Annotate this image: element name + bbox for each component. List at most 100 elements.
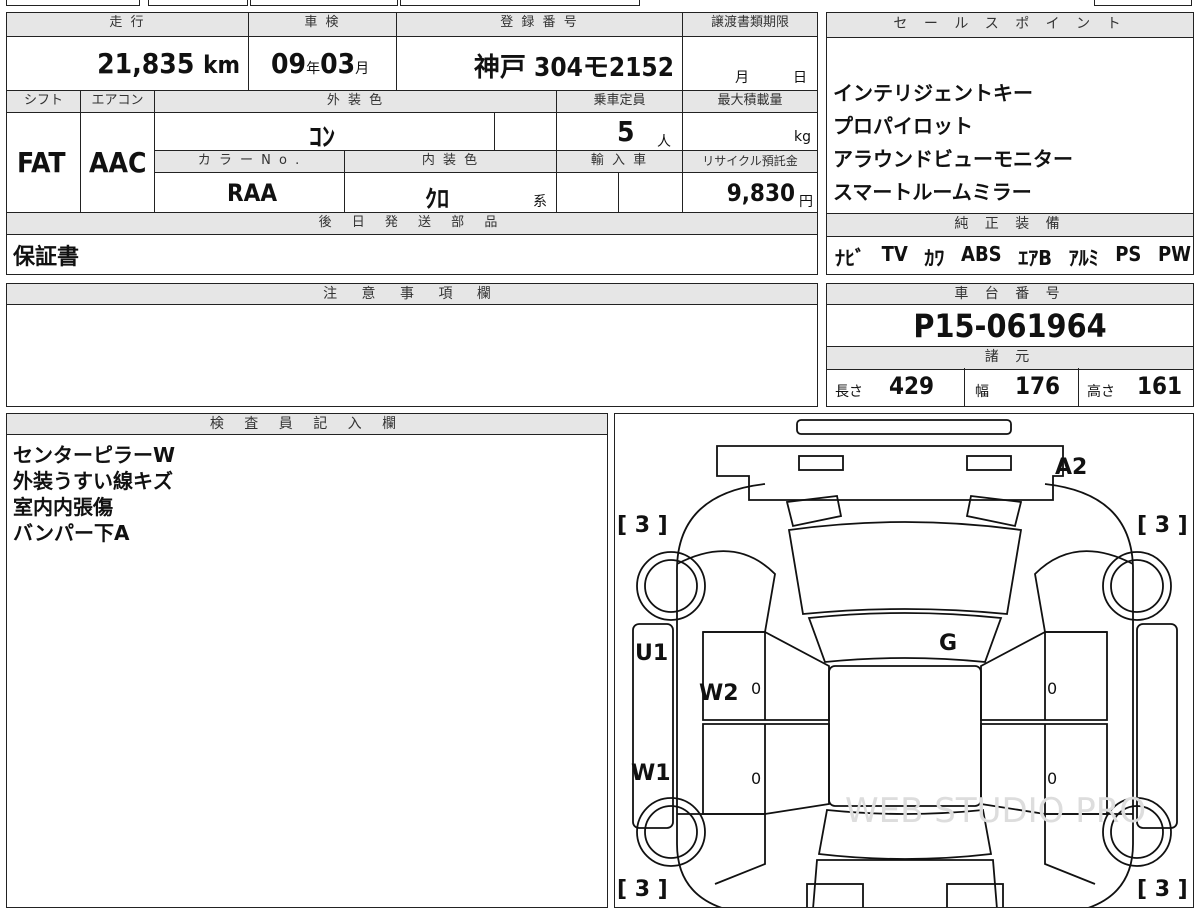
- length-label: 長さ: [835, 384, 863, 400]
- ext-color-cell: ｺﾝ: [155, 113, 495, 153]
- inspection-header: 車 検: [249, 13, 397, 37]
- equipment-item: ｱﾙﾐ: [1068, 246, 1099, 270]
- door-zero: 0: [751, 769, 761, 788]
- ext-color-extra: [495, 113, 557, 151]
- mileage-value: 21,835: [97, 47, 195, 80]
- capacity-header: 乗車定員: [557, 91, 683, 113]
- car-diagram-panel: WEB STUDIO PRO [ 3 ] [ 3 ] [ 3 ] [ 3 ] A…: [614, 413, 1194, 908]
- mark-w2: W2: [699, 681, 739, 706]
- transfer-day: 日: [793, 70, 807, 86]
- inspector-line: バンパー下A: [13, 521, 130, 545]
- aircon-value: AAC: [89, 146, 147, 179]
- car-diagram: WEB STUDIO PRO [ 3 ] [ 3 ] [ 3 ] [ 3 ] A…: [617, 419, 1188, 907]
- specs-header: 諸 元: [827, 346, 1193, 370]
- tire-front-right: [1102, 551, 1172, 621]
- fog-lamp-right: [966, 455, 1012, 471]
- later-parts-value: 保証書: [13, 245, 80, 270]
- fog-lamp-left: [798, 455, 844, 471]
- door-zero: 0: [1047, 679, 1057, 698]
- color-no-header: カ ラ ー N o .: [155, 151, 345, 173]
- int-color-header: 内 装 色: [345, 151, 557, 173]
- year-unit: 年: [306, 61, 321, 77]
- chassis-number: P15-061964: [913, 307, 1107, 345]
- month-unit: 月: [355, 61, 370, 77]
- equipment-item: ﾅﾋﾞ: [835, 246, 865, 270]
- inspection-month: 03: [320, 47, 356, 80]
- transfer-header: 譲渡書類期限: [683, 13, 817, 37]
- max-load-header: 最大積載量: [683, 91, 817, 113]
- tire-mark-rear-right: [ 3 ]: [1137, 877, 1188, 902]
- notes-header: 注 意 事 項 欄: [7, 284, 817, 305]
- ext-color-value: ｺﾝ: [309, 123, 336, 153]
- import-cell-a: [557, 173, 619, 213]
- equipment-header: 純 正 装 備: [827, 213, 1193, 237]
- mileage-unit: km: [203, 51, 240, 79]
- sales-header: セ ー ル ス ポ イ ン ト: [827, 13, 1193, 38]
- import-cell-b: [619, 173, 683, 213]
- windshield: [807, 612, 1003, 663]
- door-zero: 0: [1047, 769, 1057, 788]
- height-value: 161: [1137, 372, 1183, 400]
- notes-panel: 注 意 事 項 欄: [6, 283, 818, 407]
- inspector-line: 室内内張傷: [13, 495, 113, 519]
- front-bumper: [716, 445, 1064, 501]
- hood: [787, 521, 1023, 615]
- wheel-front-right: [1110, 559, 1164, 613]
- door-zero: 0: [751, 679, 761, 698]
- aircon-cell: AAC: [81, 113, 155, 213]
- equipment-item: ｴｱB: [1018, 246, 1052, 270]
- rear-door-left: [702, 723, 830, 815]
- inspector-line: センターピラーW: [13, 443, 176, 467]
- front-door-right: [980, 631, 1108, 721]
- max-load-cell: kg: [683, 113, 817, 151]
- color-no-cell: RAA: [155, 173, 345, 213]
- sales-points-panel: セ ー ル ス ポ イ ン ト インテリジェントキー プロパイロット アラウンド…: [826, 12, 1194, 275]
- later-parts-header: 後 日 発 送 部 品: [7, 213, 817, 235]
- tire-mark-rear-left: [ 3 ]: [617, 877, 668, 902]
- mark-w1: W1: [631, 761, 671, 786]
- length-value: 429: [889, 372, 935, 400]
- transfer-month: 月: [735, 70, 749, 86]
- vehicle-info-grid: 走 行 車 検 登 録 番 号 譲渡書類期限 21,835 km 09年03 月 …: [6, 12, 818, 275]
- inspector-panel: 検 査 員 記 入 欄 センターピラーW 外装うすい線キズ 室内内張傷 バンパー…: [6, 413, 608, 908]
- import-header: 輸 入 車: [557, 151, 683, 173]
- capacity-unit: 人: [657, 134, 671, 150]
- width-label: 幅: [975, 384, 989, 400]
- shift-header: シフト: [7, 91, 81, 113]
- recycle-cell: 9,830 円: [683, 173, 817, 213]
- recycle-unit: 円: [799, 194, 813, 210]
- sales-point: スマートルームミラー: [833, 180, 1032, 204]
- roof: [828, 665, 982, 807]
- int-color-value: ｸﾛ: [425, 185, 449, 213]
- ext-color-header: 外 装 色: [155, 91, 557, 113]
- sales-point: インテリジェントキー: [833, 81, 1033, 105]
- wheel-front-left: [644, 559, 698, 613]
- equipment-item: ｶﾜ: [924, 246, 945, 270]
- registration-value: 神戸 304モ2152: [473, 53, 674, 83]
- front-door-left: [702, 631, 830, 721]
- front-fender-left: [676, 550, 776, 633]
- color-no-value: RAA: [227, 179, 278, 207]
- tire-mark-front-right: [ 3 ]: [1137, 513, 1188, 538]
- registration-cell: 神戸 304モ2152: [397, 37, 683, 91]
- capacity-cell: 5 人: [557, 113, 683, 151]
- front-bumper-part: [796, 419, 1012, 435]
- tire-front-left: [636, 551, 706, 621]
- transfer-cell: 月 日: [683, 37, 817, 91]
- width-value: 176: [1015, 372, 1061, 400]
- registration-header: 登 録 番 号: [397, 13, 683, 37]
- inspector-line: 外装うすい線キズ: [13, 469, 173, 493]
- chassis-panel: 車 台 番 号 P15-061964 諸 元 長さ 429 幅 176 高さ 1…: [826, 283, 1194, 407]
- wheel-rear-left: [644, 805, 698, 859]
- mark-g: G: [939, 631, 957, 656]
- int-color-cell: ｸﾛ 系: [345, 173, 557, 213]
- recycle-header: リサイクル預託金: [683, 151, 817, 173]
- sales-point: アラウンドビューモニター: [833, 147, 1073, 171]
- mark-u1: U1: [635, 641, 668, 666]
- aircon-header: エアコン: [81, 91, 155, 113]
- sales-point: プロパイロット: [833, 114, 973, 138]
- recycle-value: 9,830: [726, 179, 795, 207]
- capacity-value: 5: [617, 115, 635, 148]
- equipment-list: ﾅﾋﾞ TV ｶﾜ ABS ｴｱB ｱﾙﾐ PS PW: [835, 242, 1191, 271]
- tire-rear-left: [636, 797, 706, 867]
